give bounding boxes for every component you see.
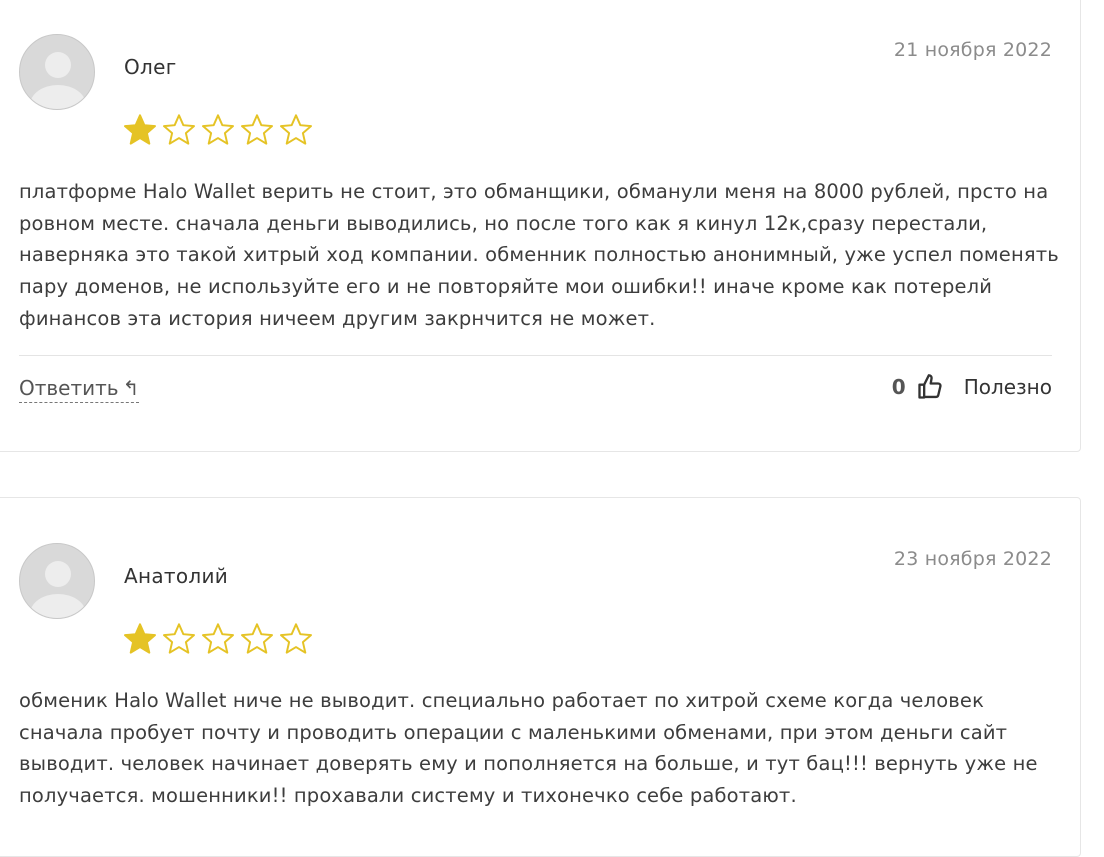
review-card: Олег 21 ноября 2022 платформе Halo Walle… [0, 0, 1081, 452]
review-date: 23 ноября 2022 [893, 548, 1052, 570]
star-empty-icon [241, 623, 273, 654]
star-empty-icon [163, 623, 195, 654]
star-filled-icon [124, 623, 156, 654]
user-avatar-icon [19, 543, 95, 619]
user-avatar-icon [19, 34, 95, 110]
review-text: платформе Halo Wallet верить не стоит, э… [19, 180, 1059, 330]
helpful-button[interactable]: Полезно [964, 375, 1052, 399]
star-empty-icon [280, 114, 312, 145]
star-empty-icon [202, 623, 234, 654]
review-date: 21 ноября 2022 [893, 39, 1052, 61]
helpful-count: 0 [891, 375, 906, 399]
review-text: обменик Halo Wallet ниче не выводит. спе… [19, 689, 1038, 808]
review-author: Анатолий [124, 564, 229, 588]
star-empty-icon [280, 623, 312, 654]
divider [19, 355, 1052, 356]
reply-arrow-icon: ↰ [122, 376, 140, 400]
review-card: Анатолий 23 ноября 2022 обменик Halo Wal… [0, 497, 1081, 857]
helpful-widget: 0 Полезно [892, 373, 1052, 401]
star-empty-icon [202, 114, 234, 145]
star-filled-icon [124, 114, 156, 145]
star-empty-icon [241, 114, 273, 145]
review-author: Олег [124, 55, 177, 79]
rating-stars [122, 621, 314, 657]
star-empty-icon [163, 114, 195, 145]
rating-stars [122, 112, 314, 148]
thumbs-up-icon[interactable] [916, 373, 944, 401]
reply-label: Ответить [19, 376, 119, 400]
reply-button[interactable]: Ответить ↰ [19, 376, 140, 403]
